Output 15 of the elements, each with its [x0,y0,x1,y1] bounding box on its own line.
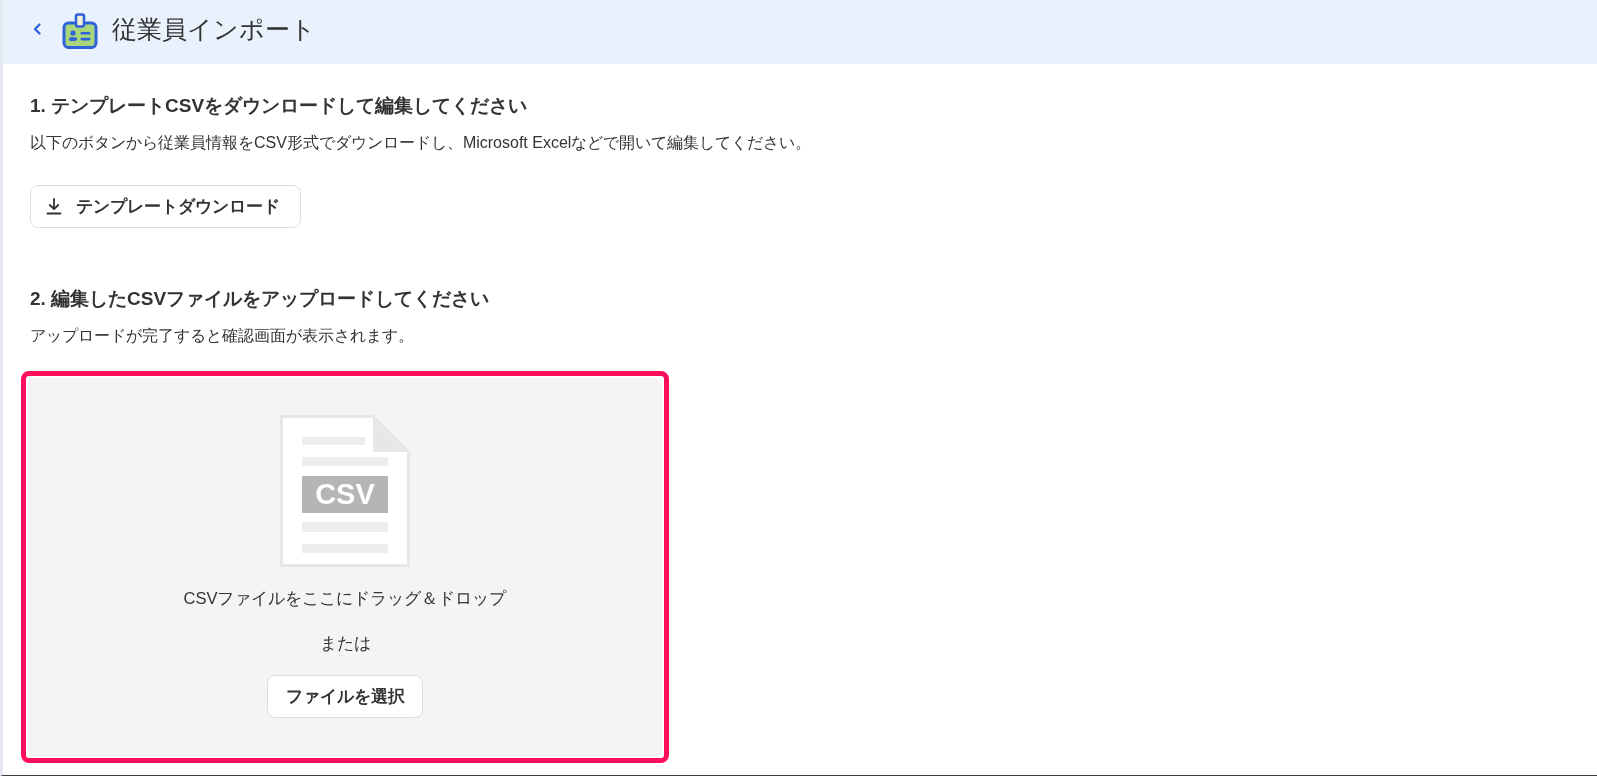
drop-instruction: CSVファイルをここにドラッグ＆ドロップ [183,588,507,609]
template-download-button[interactable]: テンプレートダウンロード [30,185,301,228]
file-drop-zone[interactable]: CSV CSVファイルをここにドラッグ＆ドロップ または ファイルを選択 [21,371,669,763]
step-description: 以下のボタンから従業員情報をCSV形式でダウンロードし、Microsoft Excelなどで開いて編集してください。 [30,133,812,153]
separator-text: または [319,633,371,654]
page-title: 従業員インポート [112,14,316,45]
step-heading: 1. テンプレートCSVをダウンロードして編集してください [30,94,528,118]
file-type-label: CSV [302,476,388,513]
download-icon [46,198,62,215]
id-badge-icon [62,13,98,49]
back-button[interactable] [33,23,41,35]
step-heading: 2. 編集したCSVファイルをアップロードしてください [30,287,490,311]
chevron-left-icon [33,23,41,35]
step-description: アップロードが完了すると確認画面が表示されます。 [30,326,414,346]
choose-file-button[interactable]: ファイルを選択 [267,675,423,718]
